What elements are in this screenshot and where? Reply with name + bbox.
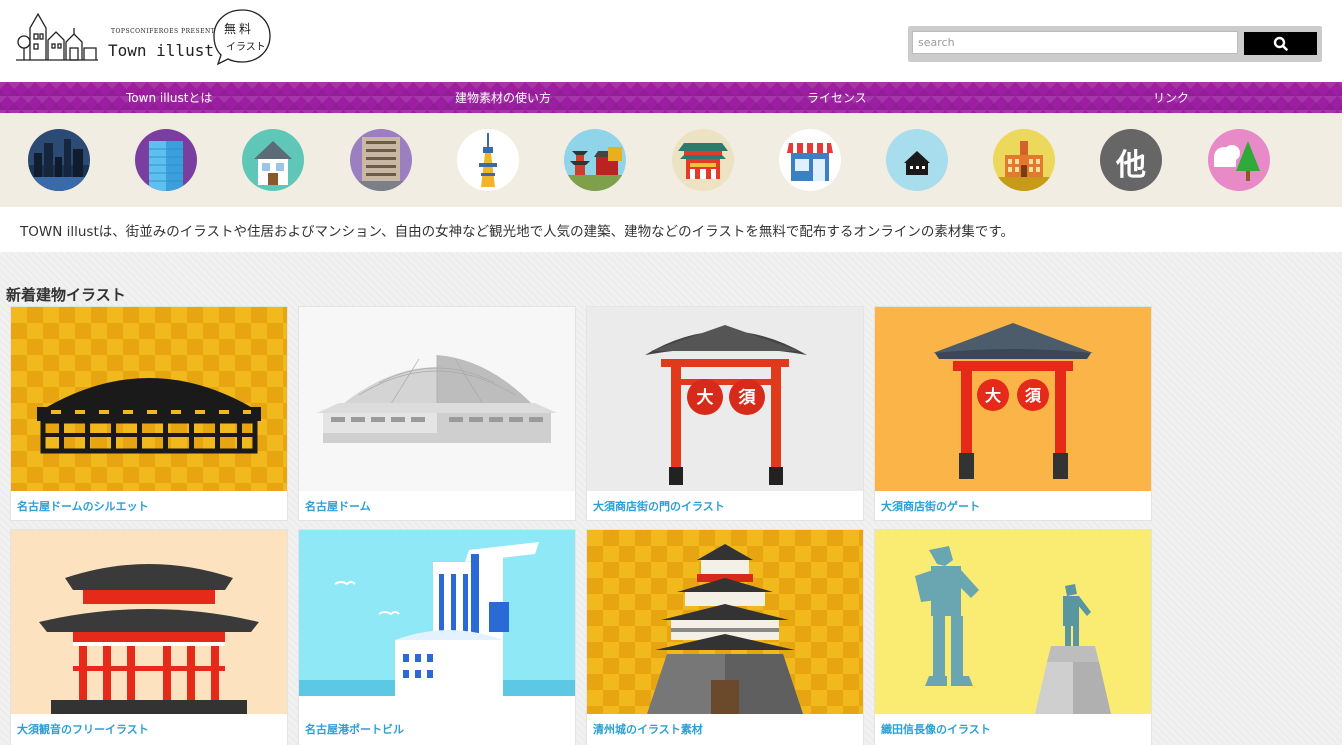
search-button[interactable] — [1244, 32, 1317, 55]
city-skyline-icon[interactable] — [28, 129, 90, 191]
small-house-icon[interactable] — [886, 129, 948, 191]
gate-sign-left: 大 — [697, 387, 714, 408]
other-category-label: 他 — [1116, 148, 1146, 183]
speech-bubble-badge-icon — [213, 9, 271, 66]
office-building-icon[interactable] — [135, 129, 197, 191]
card-title[interactable]: 大須観音のフリーイラスト — [17, 721, 149, 737]
card-thumbnail[interactable] — [587, 530, 863, 714]
main-nav: Town illustとは 建物素材の使い方 ライセンス リンク — [0, 82, 1342, 113]
nav-item-links[interactable]: リンク — [1153, 89, 1189, 106]
town-logo-icon — [16, 12, 98, 61]
illust-card[interactable]: 織田信長像のイラスト — [875, 530, 1151, 745]
nature-icon[interactable] — [1208, 129, 1270, 191]
description-text: TOWN illustは、街並みのイラストや住居およびマンション、自由の女神など… — [20, 224, 1015, 240]
section-title: 新着建物イラスト — [6, 286, 126, 304]
card-title[interactable]: 大須商店街のゲート — [881, 498, 980, 514]
search-icon — [1273, 36, 1288, 51]
logo-presents-text: TOPSCONIFEROES PRESENTS — [111, 28, 220, 35]
card-thumbnail[interactable] — [11, 530, 287, 714]
card-thumbnail[interactable] — [299, 530, 575, 714]
site-logo[interactable]: TOPSCONIFEROES PRESENTS Town illust 無料 イ… — [16, 8, 276, 72]
badge-line2: イラスト — [226, 42, 266, 53]
site-description: TOWN illustは、街並みのイラストや住居およびマンション、自由の女神など… — [0, 207, 1342, 252]
shrine-icon[interactable] — [672, 129, 734, 191]
search-box — [908, 26, 1322, 62]
shop-icon[interactable] — [779, 129, 841, 191]
card-title[interactable]: 名古屋ドーム — [305, 498, 371, 514]
illust-card[interactable]: 大 須 大須商店街のゲート — [875, 307, 1151, 520]
nav-item-about[interactable]: Town illustとは — [126, 89, 212, 106]
card-thumbnail[interactable] — [11, 307, 287, 491]
card-thumbnail[interactable] — [299, 307, 575, 491]
school-icon[interactable] — [993, 129, 1055, 191]
other-icon[interactable]: 他 — [1100, 129, 1162, 191]
house-icon[interactable] — [242, 129, 304, 191]
nav-item-usage[interactable]: 建物素材の使い方 — [455, 89, 551, 106]
card-title[interactable]: 名古屋ドームのシルエット — [17, 498, 149, 514]
illust-card[interactable]: 大須観音のフリーイラスト — [11, 530, 287, 745]
gate-sign-right: 須 — [1024, 386, 1042, 405]
main-content: 新着建物イラスト 名古屋ドームのシルエット 名古屋ドーム 大 須 大須商店街の門… — [0, 252, 1342, 745]
illust-card[interactable]: 名古屋ドームのシルエット — [11, 307, 287, 520]
card-title[interactable]: 織田信長像のイラスト — [881, 721, 991, 737]
illust-card[interactable]: 名古屋港ポートビル — [299, 530, 575, 745]
apartment-icon[interactable] — [350, 129, 412, 191]
illust-card[interactable]: 大 須 大須商店街の門のイラスト — [587, 307, 863, 520]
card-thumbnail[interactable] — [875, 530, 1151, 714]
card-thumbnail[interactable]: 大 須 — [875, 307, 1151, 491]
card-title[interactable]: 大須商店街の門のイラスト — [593, 498, 725, 514]
gate-sign-left: 大 — [985, 386, 1001, 405]
site-header: TOPSCONIFEROES PRESENTS Town illust 無料 イ… — [0, 0, 1342, 82]
badge-line1: 無料 — [224, 22, 255, 36]
nav-item-license[interactable]: ライセンス — [807, 89, 867, 106]
card-title[interactable]: 清州城のイラスト素材 — [593, 721, 703, 737]
tower-icon[interactable] — [457, 129, 519, 191]
card-thumbnail[interactable]: 大 須 — [587, 307, 863, 491]
card-title[interactable]: 名古屋港ポートビル — [305, 721, 404, 737]
illust-card[interactable]: 清州城のイラスト素材 — [587, 530, 863, 745]
logo-name: Town illust — [108, 41, 214, 60]
search-input[interactable] — [912, 31, 1238, 54]
category-bar: 他 — [0, 113, 1342, 207]
gate-sign-right: 須 — [739, 388, 757, 408]
pagoda-sightseeing-icon[interactable] — [564, 129, 626, 191]
illust-card[interactable]: 名古屋ドーム — [299, 307, 575, 520]
